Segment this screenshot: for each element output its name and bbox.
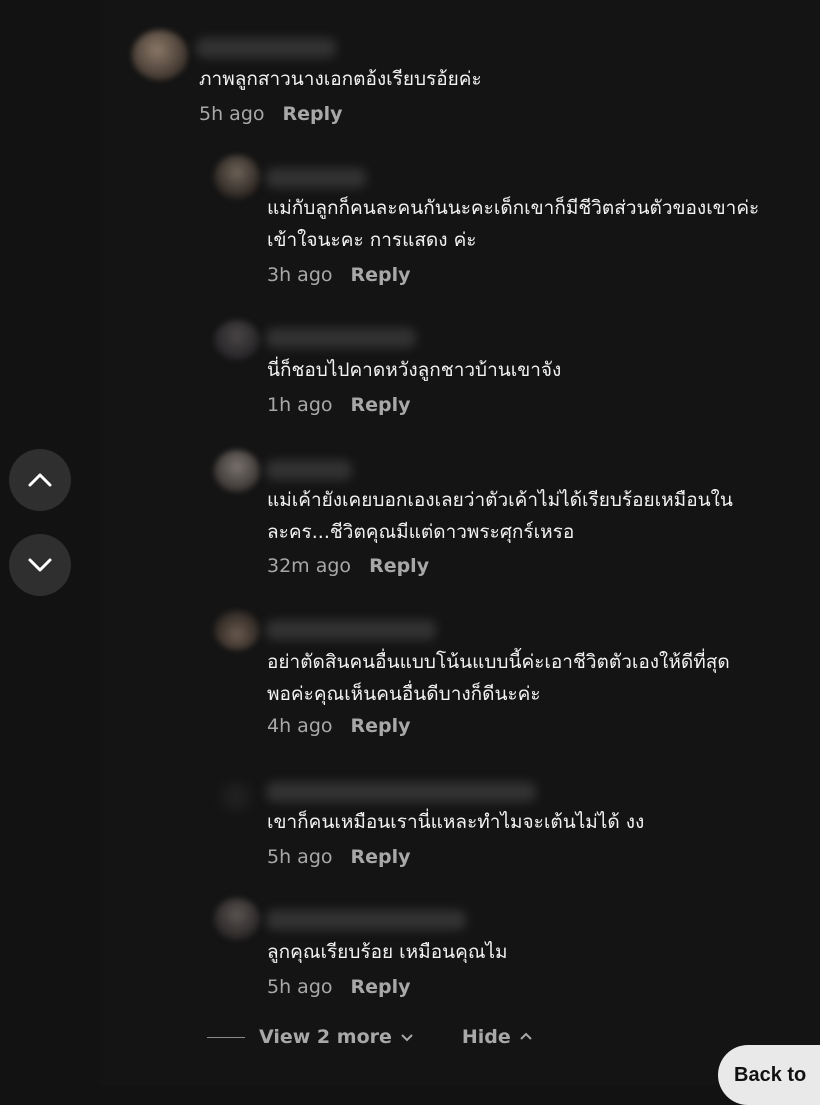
comment-meta: 5h ago Reply [267, 846, 411, 868]
username[interactable] [196, 38, 336, 58]
hide-label: Hide [461, 1026, 511, 1048]
avatar[interactable] [214, 778, 258, 816]
view-more-label: View 2 more [259, 1026, 392, 1048]
previous-button[interactable] [9, 449, 71, 511]
username[interactable] [266, 782, 536, 802]
comment-time: 3h ago [267, 264, 333, 286]
reply-button[interactable]: Reply [351, 264, 411, 286]
reply-button[interactable]: Reply [351, 715, 411, 737]
avatar[interactable] [214, 450, 260, 492]
comment-text: แม่เค้ายังเคยบอกเองเลยว่าตัวเค้าไม่ได้เร… [267, 489, 733, 543]
reply-button[interactable]: Reply [351, 976, 411, 998]
comment-meta: 5h ago Reply [267, 976, 411, 998]
comment-time: 1h ago [267, 394, 333, 416]
avatar[interactable] [214, 898, 260, 940]
comment-meta: 3h ago Reply [267, 264, 411, 286]
back-to-top-button[interactable]: Back to [718, 1045, 820, 1105]
comment-meta: 1h ago Reply [267, 394, 411, 416]
reply-button[interactable]: Reply [351, 394, 411, 416]
next-button[interactable] [9, 534, 71, 596]
comment-time: 5h ago [199, 103, 265, 125]
reply-button[interactable]: Reply [369, 555, 429, 577]
chevron-up-icon [28, 473, 52, 487]
comment-meta: 32m ago Reply [267, 555, 429, 577]
chevron-up-icon [520, 1032, 532, 1040]
username[interactable] [266, 620, 436, 640]
comment-text: แม่กับลูกก็คนละคนกันนะคะเด็กเขาก็มีชีวิต… [267, 197, 760, 251]
divider-line [207, 1036, 245, 1038]
username[interactable] [266, 328, 416, 348]
username[interactable] [266, 168, 366, 188]
comment-time: 5h ago [267, 976, 333, 998]
chevron-down-icon [401, 1034, 413, 1042]
comment-text: นี่ก็ชอบไปคาดหวังลูกชาวบ้านเขาจัง [267, 359, 562, 381]
hide-button[interactable]: Hide [462, 1026, 533, 1048]
username[interactable] [266, 910, 466, 930]
comment-text: เขาก็คนเหมือนเรานี่แหละทำไมจะเต้นไม่ได้ … [267, 811, 645, 833]
comment-time: 4h ago [267, 715, 333, 737]
avatar[interactable] [214, 155, 260, 199]
avatar[interactable] [214, 320, 260, 360]
chevron-down-icon [28, 558, 52, 572]
username[interactable] [266, 460, 352, 480]
avatar[interactable] [214, 610, 260, 650]
comment-time: 5h ago [267, 846, 333, 868]
avatar[interactable] [132, 30, 188, 80]
reply-button[interactable]: Reply [283, 103, 343, 125]
comment-text: อย่าตัดสินคนอื่นแบบโน้นแบบนี้ค่ะเอาชีวิต… [267, 651, 730, 705]
comment-meta: 4h ago Reply [267, 715, 411, 737]
back-to-top-label: Back to [734, 1063, 807, 1086]
comment-text: ภาพลูกสาวนางเอกตอ้งเรียบรอ้ยค่ะ [199, 68, 482, 90]
replies-footer: View 2 more Hide [207, 1026, 533, 1048]
reply-button[interactable]: Reply [351, 846, 411, 868]
comment-time: 32m ago [267, 555, 352, 577]
comment-text: ลูกคุณเรียบร้อย เหมือนคุณไม [267, 941, 508, 963]
comment-meta: 5h ago Reply [199, 103, 343, 125]
view-more-button[interactable]: View 2 more [259, 1026, 414, 1048]
